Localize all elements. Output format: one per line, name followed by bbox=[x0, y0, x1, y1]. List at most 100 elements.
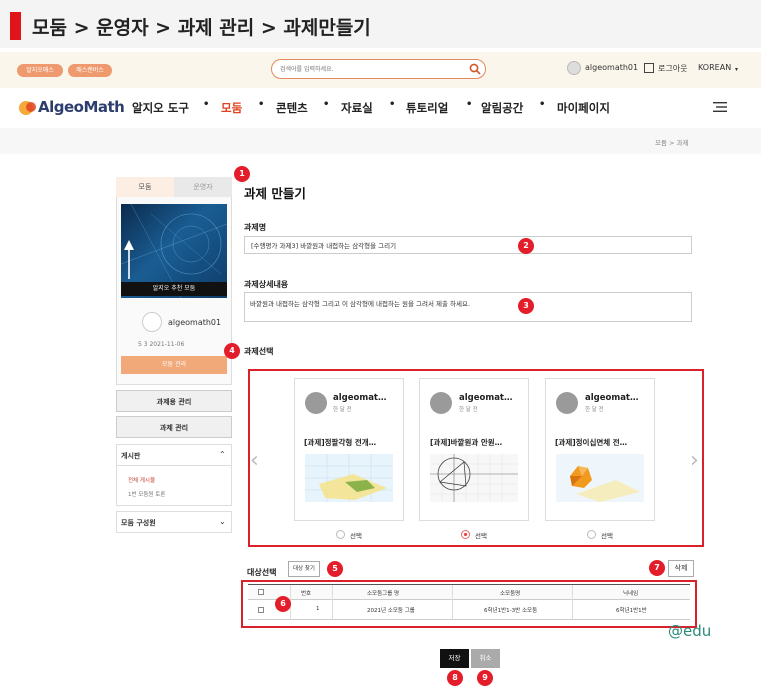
board-item-discussion[interactable]: 1번 모둠원 토론 bbox=[128, 490, 165, 498]
step-marker: 2 bbox=[518, 238, 534, 254]
cell-team: 6학년1반1-3반 소모둠 bbox=[484, 608, 538, 614]
watermark: @edu bbox=[668, 622, 712, 640]
chevron-left-icon[interactable]: ‹ bbox=[250, 448, 259, 473]
step-marker: 6 bbox=[275, 596, 291, 612]
row-checkbox[interactable] bbox=[258, 607, 264, 613]
group-owner-name: algeomath01 bbox=[168, 318, 222, 327]
cancel-button[interactable]: 취소 bbox=[471, 649, 500, 668]
step-marker: 4 bbox=[224, 343, 240, 359]
col-header-nickname: 닉네임 bbox=[623, 591, 639, 597]
chevron-down-icon[interactable]: ⌄ bbox=[219, 517, 226, 526]
page-title: 과제 만들기 bbox=[244, 186, 306, 201]
nav-item-mypage[interactable]: 마이페이지 bbox=[557, 100, 610, 116]
nav-item-notice[interactable]: 알림공간 bbox=[481, 100, 523, 116]
search-input[interactable] bbox=[280, 62, 460, 76]
algeomath-pill-link[interactable]: 알지오매스 bbox=[17, 64, 63, 77]
menu-icon[interactable] bbox=[713, 101, 727, 113]
step-marker: 8 bbox=[447, 670, 463, 686]
avatar bbox=[142, 312, 162, 332]
col-header-team: 소모둠명 bbox=[500, 591, 521, 597]
task-thumbnail bbox=[305, 454, 393, 502]
group-manage-button[interactable]: 모둠 관리 bbox=[121, 356, 227, 374]
group-stats: 5 3 2021-11-06 bbox=[138, 341, 185, 348]
cell-group: 2021년 소모둠 그룹 bbox=[367, 608, 415, 614]
task-select-label: 과제선택 bbox=[244, 347, 274, 356]
col-header-group: 소모둠그룹 명 bbox=[367, 591, 400, 597]
member-title: 모둠 구성원 bbox=[121, 519, 156, 527]
nav-item-library[interactable]: 자료실 bbox=[341, 100, 373, 116]
task-thumbnail bbox=[430, 454, 518, 502]
nav-separator: • bbox=[323, 99, 330, 110]
table-divider bbox=[572, 585, 573, 620]
mathcanvas-pill-link[interactable]: 매스캔버스 bbox=[68, 64, 112, 77]
logout-icon[interactable] bbox=[644, 63, 654, 73]
card-date: 한 달 전 bbox=[459, 407, 478, 413]
nav-item-tutorial[interactable]: 튜토리얼 bbox=[406, 100, 448, 116]
card-radio[interactable] bbox=[336, 530, 345, 539]
cell-nickname: 6학년1반1반 bbox=[616, 608, 647, 614]
nav-item-tools[interactable]: 알지오 도구 bbox=[132, 100, 189, 116]
select-all-checkbox[interactable] bbox=[258, 589, 264, 595]
card-date: 한 달 전 bbox=[585, 407, 604, 413]
cell-no: 1 bbox=[316, 606, 320, 612]
search-icon[interactable] bbox=[469, 63, 481, 75]
tab-group[interactable]: 모둠 bbox=[116, 177, 174, 197]
chevron-right-icon[interactable]: › bbox=[690, 448, 699, 473]
nav-item-contents[interactable]: 콘텐츠 bbox=[276, 100, 308, 116]
avatar bbox=[305, 392, 327, 414]
chevron-down-icon[interactable]: ▾ bbox=[735, 66, 738, 73]
card-radio[interactable] bbox=[587, 530, 596, 539]
banner-caption: 알지오 추천 모둠 bbox=[121, 282, 227, 296]
user-avatar[interactable] bbox=[567, 61, 581, 75]
logo-text[interactable]: AlgeoMath bbox=[38, 98, 125, 116]
task-thumbnail bbox=[556, 454, 644, 502]
card-author: algeomat… bbox=[459, 393, 513, 403]
find-target-button[interactable]: 대상 찾기 bbox=[288, 561, 320, 577]
step-marker: 3 bbox=[518, 298, 534, 314]
card-radio-label[interactable]: 선택 bbox=[475, 530, 487, 540]
tab-operator[interactable]: 운영자 bbox=[174, 177, 232, 197]
delete-button[interactable]: 삭제 bbox=[668, 560, 694, 577]
avatar bbox=[430, 392, 452, 414]
doc-title: 모둠 > 운영자 > 과제 관리 > 과제만들기 bbox=[32, 17, 371, 39]
table-divider bbox=[332, 585, 333, 620]
card-author: algeomat… bbox=[585, 393, 639, 403]
nav-separator: • bbox=[466, 99, 473, 110]
card-radio-label[interactable]: 선택 bbox=[350, 530, 362, 540]
avatar bbox=[556, 392, 578, 414]
task-space-manage-button[interactable]: 과제용 관리 bbox=[116, 390, 232, 412]
language-select[interactable]: KOREAN bbox=[698, 63, 731, 72]
logout-link[interactable]: 로그아웃 bbox=[658, 63, 687, 74]
doc-accent-bar bbox=[10, 12, 21, 40]
table-divider bbox=[452, 585, 453, 620]
breadcrumb-bar bbox=[0, 128, 761, 154]
card-radio-label[interactable]: 선택 bbox=[601, 530, 613, 540]
breadcrumb[interactable]: 모둠 > 과제 bbox=[655, 137, 689, 147]
nav-separator: • bbox=[258, 99, 265, 110]
task-name-input[interactable] bbox=[244, 236, 692, 254]
nav-separator: • bbox=[539, 99, 546, 110]
board-title: 게시판 bbox=[121, 452, 141, 460]
card-title: [과제]정이십면체 전… bbox=[555, 438, 628, 447]
nav-separator: • bbox=[203, 99, 210, 110]
step-marker: 1 bbox=[234, 166, 250, 182]
step-marker: 9 bbox=[477, 670, 493, 686]
task-desc-label: 과제상세내용 bbox=[244, 280, 289, 289]
col-header-no: 번호 bbox=[301, 591, 312, 597]
card-title: [과제]바깥원과 안원… bbox=[430, 438, 503, 447]
board-item-all[interactable]: 전체 게시물 bbox=[128, 476, 155, 484]
chevron-up-icon[interactable]: ⌃ bbox=[219, 450, 226, 459]
step-marker: 5 bbox=[327, 561, 343, 577]
task-manage-button[interactable]: 과제 관리 bbox=[116, 416, 232, 438]
save-button[interactable]: 저장 bbox=[440, 649, 469, 668]
target-select-label: 대상선택 bbox=[247, 568, 277, 577]
logo-icon[interactable] bbox=[18, 98, 38, 116]
card-radio-selected[interactable] bbox=[461, 530, 470, 539]
user-name[interactable]: algeomath01 bbox=[585, 63, 638, 72]
nav-item-group[interactable]: 모둠 bbox=[221, 100, 242, 116]
step-marker: 7 bbox=[649, 560, 665, 576]
card-date: 한 달 전 bbox=[333, 407, 352, 413]
task-desc-value: 바깥원과 내접하는 삼각형 그리고 이 삼각형에 내접하는 원을 그려서 제출 … bbox=[250, 300, 471, 308]
card-author: algeomat… bbox=[333, 393, 387, 403]
task-name-label: 과제명 bbox=[244, 223, 267, 232]
